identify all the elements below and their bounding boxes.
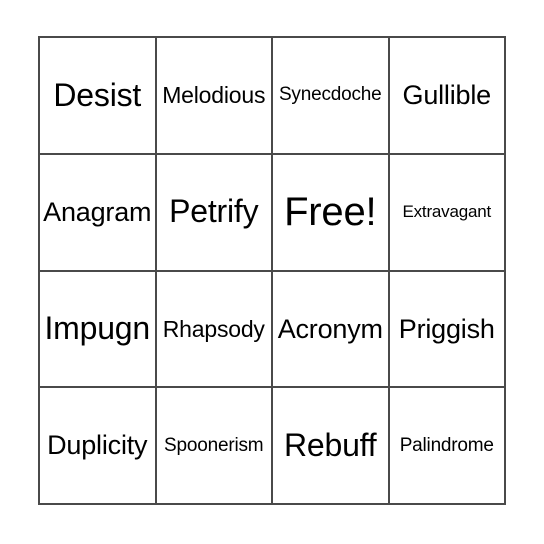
bingo-cell-label: Synecdoche bbox=[278, 84, 382, 106]
bingo-cell-label: Petrify bbox=[169, 193, 259, 230]
bingo-cell-label: Impugn bbox=[44, 310, 151, 347]
bingo-cell-label: Rebuff bbox=[283, 426, 377, 463]
bingo-cell[interactable]: Spoonerism bbox=[156, 388, 271, 503]
bingo-cell[interactable]: Rhapsody bbox=[156, 271, 271, 387]
bingo-cell[interactable]: Desist bbox=[40, 38, 155, 153]
bingo-cell-label: Palindrome bbox=[399, 434, 494, 456]
bingo-cell[interactable]: Priggish bbox=[389, 271, 504, 387]
bingo-cell[interactable]: Anagram bbox=[40, 154, 155, 270]
bingo-cell[interactable]: Impugn bbox=[40, 271, 155, 387]
free-space-label: Free! bbox=[284, 190, 377, 235]
bingo-cell[interactable]: Acronym bbox=[273, 271, 388, 387]
bingo-cell-label: Melodious bbox=[162, 82, 266, 109]
bingo-cell[interactable]: Gullible bbox=[389, 38, 504, 153]
bingo-cell[interactable]: Rebuff bbox=[273, 388, 388, 503]
bingo-cell[interactable]: Extravagant bbox=[389, 154, 504, 270]
bingo-cell[interactable]: Palindrome bbox=[389, 388, 504, 503]
bingo-cell-label: Extravagant bbox=[402, 202, 492, 222]
bingo-cell[interactable]: Melodious bbox=[156, 38, 271, 153]
bingo-cell-label: Spoonerism bbox=[164, 434, 264, 456]
bingo-cell[interactable]: Petrify bbox=[156, 154, 271, 270]
bingo-cell-label: Acronym bbox=[277, 313, 383, 344]
bingo-cell-label: Priggish bbox=[398, 313, 495, 344]
bingo-cell-label: Anagram bbox=[43, 196, 152, 227]
bingo-cell[interactable]: Synecdoche bbox=[273, 38, 388, 153]
bingo-cell-label: Duplicity bbox=[47, 430, 148, 461]
bingo-cell-label: Rhapsody bbox=[162, 315, 265, 342]
bingo-cell-label: Desist bbox=[53, 76, 142, 113]
bingo-cell-free-space[interactable]: Free! bbox=[273, 154, 388, 270]
bingo-cell-label: Gullible bbox=[402, 80, 492, 111]
bingo-card-grid: Desist Melodious Synecdoche Gullible Anagram… bbox=[38, 36, 506, 505]
bingo-cell[interactable]: Duplicity bbox=[40, 388, 155, 503]
